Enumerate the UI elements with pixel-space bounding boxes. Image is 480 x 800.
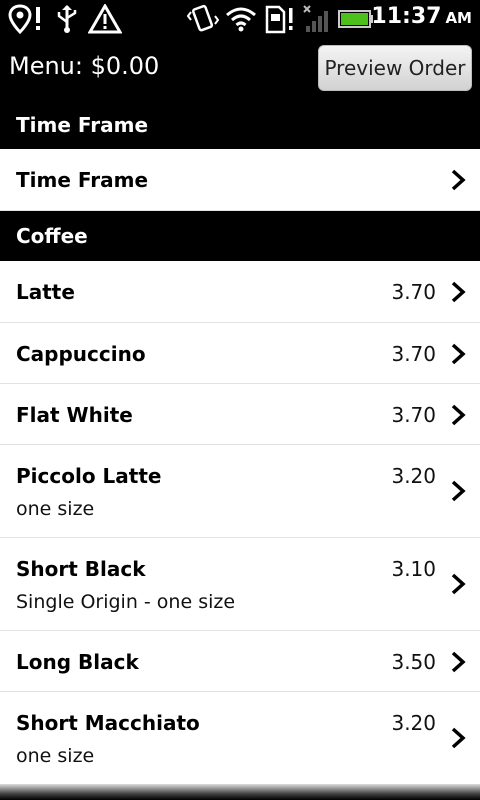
list-item-piccolo-latte[interactable]: Piccolo Latte one size 3.20 <box>0 445 480 538</box>
location-alert-icon <box>8 3 48 35</box>
list-item-cappuccino[interactable]: Cappuccino 3.70 <box>0 323 480 384</box>
usb-icon <box>52 3 82 35</box>
vibrate-icon <box>186 3 220 35</box>
list-item-short-black[interactable]: Short Black Single Origin - one size 3.1… <box>0 538 480 631</box>
sim-alert-icon <box>264 3 296 35</box>
item-name: Long Black <box>16 650 139 674</box>
preview-order-button[interactable]: Preview Order <box>318 45 472 91</box>
chevron-right-icon <box>451 169 466 191</box>
list-item-long-black[interactable]: Long Black 3.50 <box>0 631 480 692</box>
chevron-right-icon <box>451 281 466 303</box>
status-bar: 11:37 AM <box>0 0 480 38</box>
chevron-right-icon <box>451 480 466 502</box>
item-description: one size <box>16 745 95 767</box>
list-item-latte[interactable]: Latte 3.70 <box>0 261 480 323</box>
list-item-flat-white[interactable]: Flat White 3.70 <box>0 384 480 445</box>
item-price: 3.70 <box>391 280 436 304</box>
section-header-time-frame: Time Frame <box>0 100 480 149</box>
list-item-short-macchiato[interactable]: Short Macchiato one size 3.20 <box>0 692 480 784</box>
item-price: 3.50 <box>391 650 436 674</box>
item-price: 3.20 <box>391 464 436 488</box>
item-price: 3.70 <box>391 403 436 427</box>
chevron-right-icon <box>451 343 466 365</box>
item-price: 3.70 <box>391 342 436 366</box>
menu-total-title: Menu: $0.00 <box>9 52 160 80</box>
chevron-right-icon <box>451 727 466 749</box>
section-header-coffee: Coffee <box>0 211 480 261</box>
item-description: Single Origin - one size <box>16 591 236 613</box>
item-name: Short Black <box>16 557 146 581</box>
chevron-right-icon <box>451 404 466 426</box>
item-description: one size <box>16 498 95 520</box>
list-item-label: Time Frame <box>16 168 149 192</box>
item-name: Flat White <box>16 403 133 427</box>
bottom-scroll-edge <box>0 784 480 800</box>
clock-ampm: AM <box>445 9 472 27</box>
wifi-icon <box>224 3 258 35</box>
chevron-right-icon <box>451 573 466 595</box>
signal-icon <box>300 3 334 35</box>
chevron-right-icon <box>451 651 466 673</box>
item-name: Latte <box>16 280 75 304</box>
item-name: Piccolo Latte <box>16 464 162 488</box>
status-time: 11:37 AM <box>371 4 472 34</box>
warning-icon <box>88 3 122 35</box>
item-price: 3.20 <box>391 711 436 735</box>
item-price: 3.10 <box>391 557 436 581</box>
clock-time: 11:37 <box>371 4 442 29</box>
item-name: Short Macchiato <box>16 711 200 735</box>
list-item-time-frame[interactable]: Time Frame <box>0 149 480 211</box>
battery-icon <box>338 3 374 35</box>
item-name: Cappuccino <box>16 342 146 366</box>
